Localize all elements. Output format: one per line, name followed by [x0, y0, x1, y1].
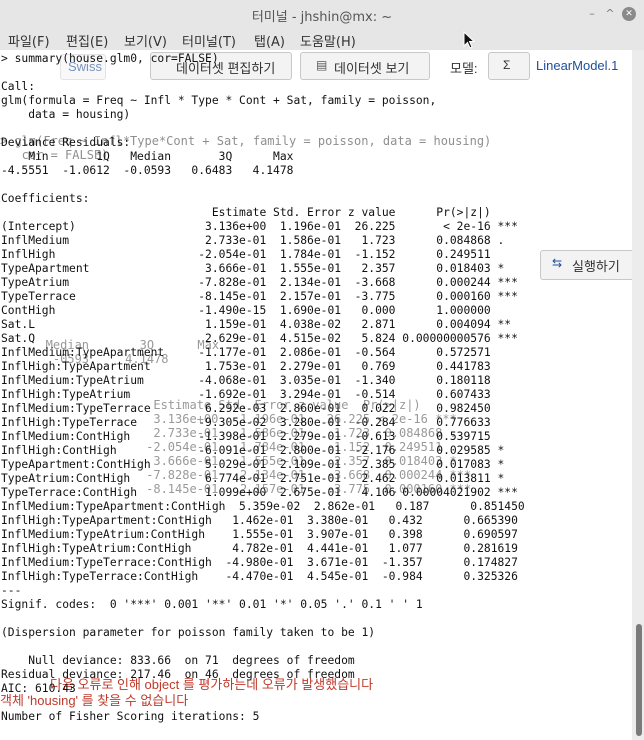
minimize-icon[interactable]: –	[584, 6, 600, 22]
bg-model-value: LinearModel.1	[536, 58, 619, 73]
menu-terminal[interactable]: 터미널(T)	[182, 31, 236, 50]
menubar: 파일(F) 편집(E) 보기(V) 터미널(T) 탭(A) 도움말(H)	[0, 28, 644, 50]
close-icon[interactable]: ✕	[622, 7, 636, 21]
scrollbar-thumb[interactable]	[636, 624, 642, 736]
menu-help[interactable]: 도움말(H)	[300, 31, 356, 50]
maximize-icon[interactable]: ^	[602, 6, 618, 22]
menu-edit[interactable]: 편집(E)	[66, 31, 108, 50]
menu-view[interactable]: 보기(V)	[124, 31, 167, 50]
terminal-scrollbar[interactable]	[632, 50, 644, 740]
menu-file[interactable]: 파일(F)	[8, 31, 50, 50]
window-titlebar[interactable]: 터미널 - jhshin@mx: ~ – ^ ✕	[0, 0, 644, 28]
bg-run-icon: ⇆	[552, 256, 563, 270]
terminal-view[interactable]: Swiss 데이터셋 편집하기 ▤ 데이터셋 보기 모델: Σ LinearMo…	[0, 50, 632, 740]
window-title: 터미널 - jhshin@mx: ~	[251, 10, 393, 25]
menu-tabs[interactable]: 탭(A)	[254, 31, 285, 50]
bg-run-label: 실행하기	[572, 259, 620, 274]
mouse-pointer-icon	[463, 31, 475, 49]
terminal-output[interactable]: > summary(house.glm0, cor=FALSE) Call: g…	[1, 52, 525, 724]
